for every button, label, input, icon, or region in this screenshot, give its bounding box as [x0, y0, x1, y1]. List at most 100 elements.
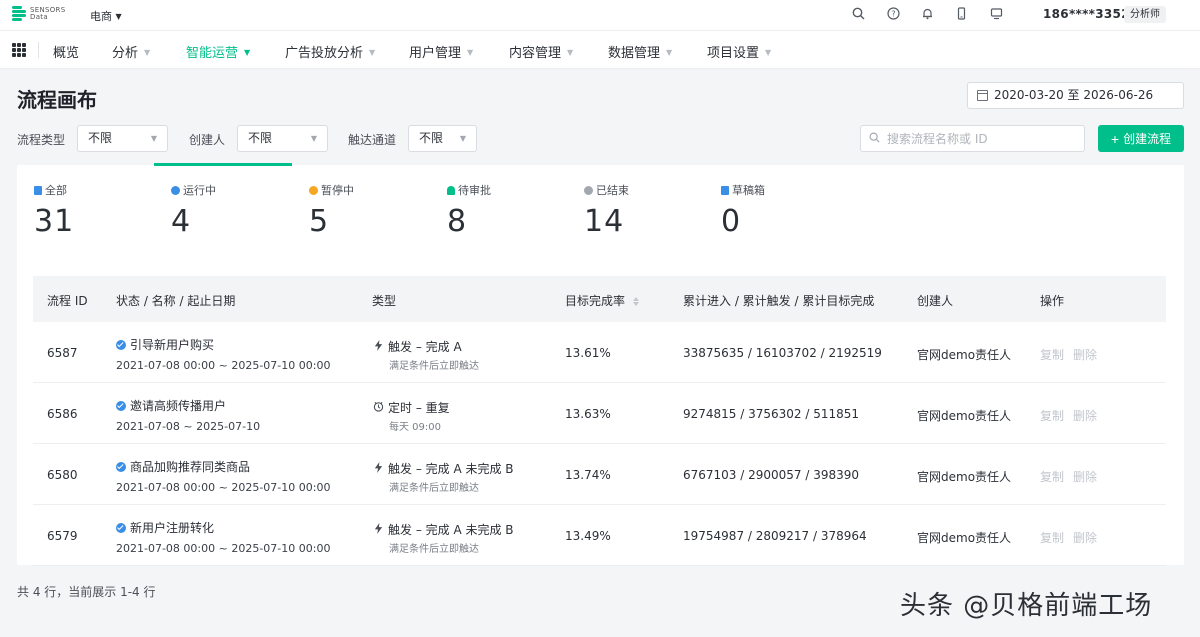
- delete-button[interactable]: 删除: [1073, 529, 1097, 546]
- clock-icon: [372, 401, 384, 415]
- flow-type: 定时 – 重复: [372, 399, 450, 416]
- flow-type: 触发 – 完成 A: [372, 338, 462, 355]
- watermark: 头条 @贝格前端工场: [900, 591, 1153, 621]
- sensors-data-logo[interactable]: SENSORS Data: [12, 6, 65, 22]
- sort-icon[interactable]: [633, 297, 640, 306]
- flow-type-sub: 满足条件后立即触达: [389, 544, 479, 555]
- nav-label: 用户管理: [409, 46, 462, 61]
- nav-item-user-mgmt[interactable]: 用户管理 ▼: [409, 42, 473, 61]
- user-phone[interactable]: 186****3352: [1043, 7, 1130, 21]
- page-title: 流程画布: [17, 88, 97, 112]
- search-box[interactable]: [860, 125, 1085, 152]
- flow-type-sub: 满足条件后立即触达: [389, 361, 479, 372]
- create-flow-button[interactable]: + 创建流程: [1098, 125, 1184, 152]
- flow-name[interactable]: 邀请高频传播用户: [130, 397, 226, 414]
- flow-counts: 19754987 / 2809217 / 378964: [683, 529, 867, 543]
- table-row[interactable]: 6579 新用户注册转化 2021-07-08 00:00 ~ 2025-07-10…: [33, 505, 1166, 566]
- running-check-icon: [116, 461, 126, 472]
- flow-rate: 13.61%: [565, 346, 611, 360]
- flow-counts: 33875635 / 16103702 / 2192519: [683, 346, 882, 360]
- project-switcher[interactable]: 电商 ▼: [90, 8, 122, 24]
- filter-creator-value: 不限: [248, 131, 273, 145]
- stat-all[interactable]: 全部 31: [34, 182, 74, 239]
- flow-type-label: 触发 – 完成 A: [388, 340, 462, 354]
- mobile-icon[interactable]: [954, 7, 968, 21]
- flow-name-cell[interactable]: 新用户注册转化: [116, 519, 214, 536]
- filter-type-value: 不限: [88, 131, 113, 145]
- filter-type-label: 流程类型: [17, 133, 66, 147]
- stat-label: 运行中: [183, 184, 216, 197]
- nav-item-smart-ops[interactable]: 智能运营 ▼: [186, 42, 250, 61]
- calendar-icon: [977, 90, 988, 101]
- role-badge: 分析师: [1124, 6, 1166, 23]
- flow-name-cell[interactable]: 邀请高频传播用户: [116, 397, 226, 414]
- col-header-rate[interactable]: 目标完成率: [565, 292, 640, 309]
- nav-item-project-settings[interactable]: 项目设置 ▼: [707, 42, 771, 61]
- flow-name[interactable]: 商品加购推荐同类商品: [130, 458, 250, 475]
- col-header-id: 流程 ID: [47, 294, 88, 308]
- filter-channel-select[interactable]: 不限 ▼: [408, 125, 477, 152]
- caret-down-icon: ▼: [150, 134, 157, 143]
- delete-button[interactable]: 删除: [1073, 407, 1097, 424]
- main-nav: 概览 分析 ▼ 智能运营 ▼ 广告投放分析 ▼ 用户管理 ▼ 内容管理 ▼ 数据管理 ▼ 项…: [0, 30, 1200, 68]
- col-header-creator: 创建人: [917, 294, 954, 308]
- create-flow-label: 创建流程: [1123, 132, 1172, 146]
- logo-line2: Data: [30, 13, 48, 21]
- flow-name-cell[interactable]: 商品加购推荐同类商品: [116, 458, 250, 475]
- col-header-status-name: 状态 / 名称 / 起止日期: [116, 294, 236, 308]
- nav-item-ad-analysis[interactable]: 广告投放分析 ▼: [285, 42, 375, 61]
- stat-value: 14: [584, 204, 625, 239]
- top-bar: SENSORS Data 电商 ▼ ? 186****3352 分析师: [0, 0, 1200, 30]
- stat-value: 31: [34, 204, 75, 239]
- help-icon[interactable]: ?: [886, 7, 900, 21]
- table-row[interactable]: 6580 商品加购推荐同类商品 2021-07-08 00:00 ~ 2025-07…: [33, 444, 1166, 505]
- bell-icon[interactable]: [920, 7, 934, 21]
- flow-id: 6586: [47, 407, 78, 421]
- flow-creator: 官网demo责任人: [917, 409, 1012, 423]
- stat-value: 0: [721, 204, 742, 239]
- nav-item-analysis[interactable]: 分析 ▼: [112, 42, 150, 61]
- ended-status-icon: [584, 185, 593, 195]
- delete-button[interactable]: 删除: [1073, 346, 1097, 363]
- nav-item-data-mgmt[interactable]: 数据管理 ▼: [608, 42, 672, 61]
- filter-type-select[interactable]: 不限 ▼: [77, 125, 168, 152]
- app-grid-icon[interactable]: [12, 43, 26, 57]
- delete-button[interactable]: 删除: [1073, 468, 1097, 485]
- running-status-icon: [171, 185, 180, 195]
- monitor-icon[interactable]: [989, 7, 1003, 21]
- copy-button[interactable]: 复制: [1040, 346, 1064, 363]
- caret-down-icon: ▼: [144, 48, 151, 57]
- flow-creator: 官网demo责任人: [917, 470, 1012, 484]
- copy-button[interactable]: 复制: [1040, 529, 1064, 546]
- date-range-picker[interactable]: 2020-03-20 至 2026-06-26: [967, 82, 1184, 109]
- caret-down-icon: ▼: [567, 48, 574, 57]
- col-header-actions: 操作: [1040, 294, 1065, 308]
- table-row[interactable]: 6587 引导新用户购买 2021-07-08 00:00 ~ 2025-07-10…: [33, 322, 1166, 383]
- caret-down-icon: ▼: [115, 12, 122, 21]
- table-row[interactable]: 6586 邀请高频传播用户 2021-07-08 ~ 2025-07-10 定时 – …: [33, 383, 1166, 444]
- nav-label: 智能运营: [186, 46, 239, 61]
- flow-name[interactable]: 引导新用户购买: [130, 336, 214, 353]
- flow-name-cell[interactable]: 引导新用户购买: [116, 336, 214, 353]
- stat-label: 已结束: [596, 184, 629, 197]
- stat-paused[interactable]: 暂停中 5: [309, 182, 354, 239]
- stat-pending[interactable]: 待审批 8: [447, 182, 491, 239]
- copy-button[interactable]: 复制: [1040, 468, 1064, 485]
- copy-button[interactable]: 复制: [1040, 407, 1064, 424]
- search-icon[interactable]: [851, 7, 865, 21]
- flow-name[interactable]: 新用户注册转化: [130, 519, 214, 536]
- search-input[interactable]: [885, 126, 1080, 151]
- caret-down-icon: ▼: [666, 48, 673, 57]
- stat-drafts[interactable]: 草稿箱 0: [721, 182, 765, 239]
- user-approval-icon: [447, 185, 455, 195]
- filter-creator-select[interactable]: 不限 ▼: [237, 125, 328, 152]
- nav-item-content-mgmt[interactable]: 内容管理 ▼: [509, 42, 573, 61]
- caret-down-icon: ▼: [459, 134, 466, 143]
- stat-running[interactable]: 运行中 4: [171, 182, 216, 239]
- nav-label: 分析: [112, 46, 139, 61]
- nav-divider: [38, 42, 39, 58]
- clipboard-icon: [34, 185, 42, 195]
- stat-ended[interactable]: 已结束 14: [584, 182, 629, 239]
- nav-item-overview[interactable]: 概览: [53, 42, 79, 61]
- flow-id: 6580: [47, 468, 78, 482]
